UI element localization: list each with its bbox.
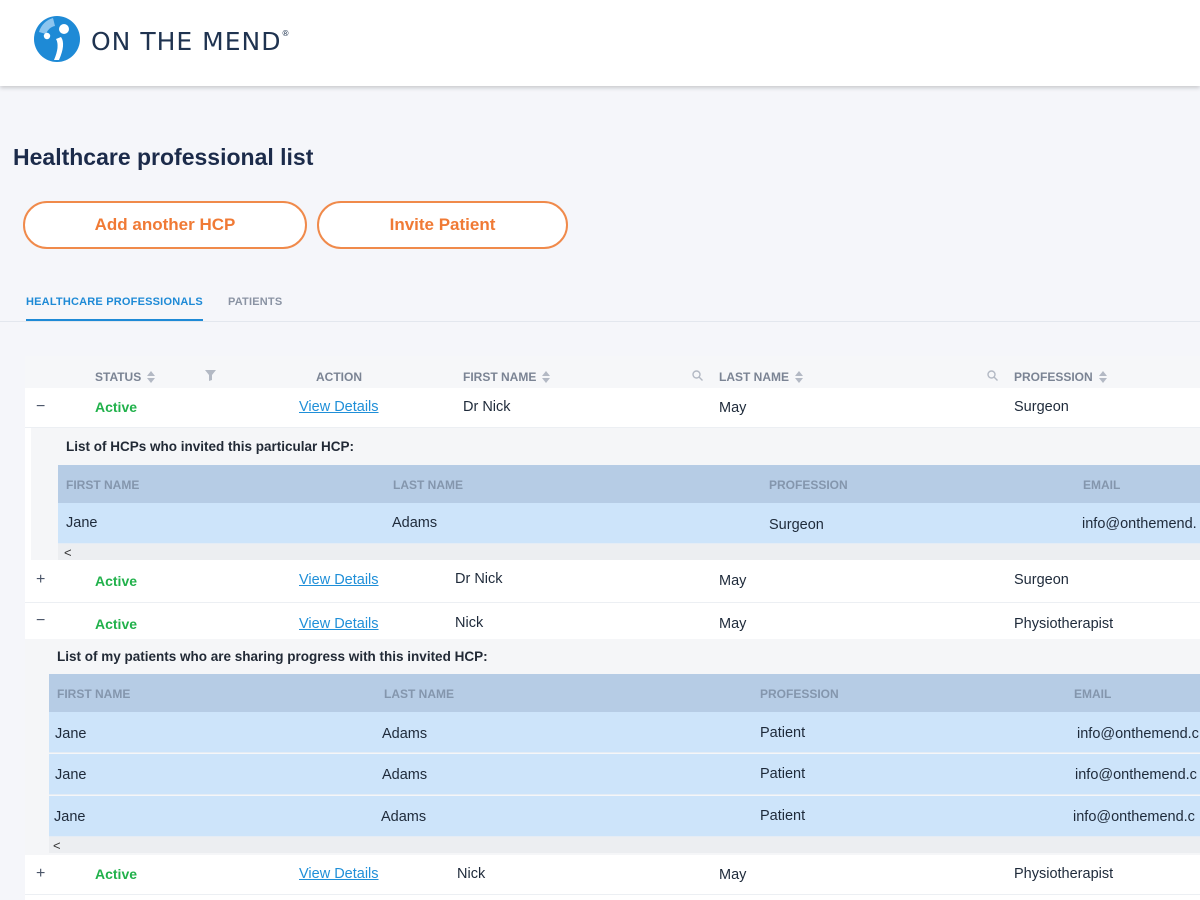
horizontal-scrollbar[interactable]: < — [58, 544, 1200, 560]
sub-last-name-cell: Adams — [382, 767, 428, 783]
search-icon[interactable] — [692, 370, 703, 381]
logo-icon — [34, 16, 80, 62]
profession-cell: Surgeon — [1014, 572, 1069, 588]
last-name-cell: May — [719, 867, 747, 883]
sort-icon[interactable] — [542, 371, 551, 383]
status-badge: Active — [95, 399, 138, 415]
brand-name: ON THE MEND® — [91, 27, 291, 56]
sub-last-name-cell: Adams — [382, 726, 428, 742]
search-icon[interactable] — [987, 370, 998, 381]
first-name-cell: Dr Nick — [463, 399, 511, 415]
view-details-link[interactable]: View Details — [299, 572, 379, 588]
sub-profession-cell: Surgeon — [769, 517, 824, 533]
sub-email-cell: info@onthemend. — [1082, 516, 1197, 532]
collapse-icon[interactable]: − — [36, 613, 48, 629]
hcp-table: STATUS ACTION FIRST NAME LAST NAME PROFE… — [25, 356, 1200, 900]
profession-cell: Physiotherapist — [1014, 866, 1114, 882]
sub-table-row: Jane Adams Patient info@onthemend.c — [49, 712, 1200, 753]
table-row[interactable]: + Active View Details Dr Nick May Surgeo… — [25, 560, 1200, 603]
expand-icon[interactable]: + — [36, 572, 48, 588]
profession-cell: Surgeon — [1014, 399, 1069, 415]
tab-bar: HEALTHCARE PROFESSIONALS PATIENTS — [0, 290, 1200, 322]
column-header-action: ACTION — [316, 370, 362, 384]
sub-profession-cell: Patient — [760, 808, 806, 824]
expand-icon[interactable]: + — [36, 866, 48, 882]
table-row[interactable]: − Active View Details Dr Nick May Surgeo… — [25, 388, 1200, 428]
collapse-icon[interactable]: − — [36, 399, 48, 415]
filter-icon[interactable] — [205, 370, 216, 381]
page-title: Healthcare professional list — [13, 144, 314, 170]
sub-email-cell: info@onthemend.c — [1075, 767, 1197, 783]
first-name-cell: Dr Nick — [455, 571, 503, 587]
table-row[interactable]: + Active View Details Nick May Physiothe… — [25, 855, 1200, 895]
sub-column-profession: PROFESSION — [760, 687, 839, 701]
invited-by-panel: List of HCPs who invited this particular… — [31, 428, 1200, 560]
first-name-cell: Nick — [455, 615, 484, 631]
status-badge: Active — [95, 573, 138, 589]
scroll-left-icon[interactable]: < — [64, 545, 72, 560]
sub-column-last-name: LAST NAME — [384, 687, 454, 701]
profession-cell: Physiotherapist — [1014, 616, 1114, 632]
sub-first-name-cell: Jane — [54, 809, 86, 825]
sub-column-first-name: FIRST NAME — [57, 687, 131, 701]
sub-table-row: Jane Adams Patient info@onthemend.c — [49, 796, 1200, 837]
view-details-link[interactable]: View Details — [299, 866, 379, 882]
sub-table-row: Jane Adams Patient info@onthemend.c — [49, 754, 1200, 795]
sub-column-email: EMAIL — [1074, 687, 1112, 701]
last-name-cell: May — [719, 400, 747, 416]
sub-last-name-cell: Adams — [381, 809, 427, 825]
invite-patient-button[interactable]: Invite Patient — [317, 201, 568, 249]
scroll-left-icon[interactable]: < — [53, 838, 61, 853]
tab-patients[interactable]: PATIENTS — [228, 296, 282, 308]
sub-first-name-cell: Jane — [55, 726, 87, 742]
top-bar: ON THE MEND® — [0, 0, 1200, 86]
view-details-link[interactable]: View Details — [299, 399, 379, 415]
table-row[interactable]: − Active View Details Nick May Physiothe… — [25, 604, 1200, 639]
column-header-first-name[interactable]: FIRST NAME — [463, 370, 551, 384]
column-header-profession[interactable]: PROFESSION — [1014, 370, 1107, 384]
add-hcp-button[interactable]: Add another HCP — [23, 201, 307, 249]
sub-column-first-name: FIRST NAME — [66, 478, 140, 492]
last-name-cell: May — [719, 573, 747, 589]
column-header-last-name[interactable]: LAST NAME — [719, 370, 803, 384]
view-details-link[interactable]: View Details — [299, 616, 379, 632]
sub-column-profession: PROFESSION — [769, 478, 848, 492]
sub-table-caption: List of HCPs who invited this particular… — [66, 439, 355, 454]
sub-column-last-name: LAST NAME — [393, 478, 463, 492]
status-badge: Active — [95, 866, 138, 882]
first-name-cell: Nick — [457, 866, 486, 882]
sub-table-header: FIRST NAME LAST NAME PROFESSION EMAIL — [49, 674, 1200, 712]
status-badge: Active — [95, 616, 138, 632]
sub-first-name-cell: Jane — [55, 767, 87, 783]
sub-last-name-cell: Adams — [392, 515, 438, 531]
horizontal-scrollbar[interactable]: < — [49, 837, 1200, 853]
sub-table-caption: List of my patients who are sharing prog… — [57, 649, 488, 664]
tab-healthcare-professionals[interactable]: HEALTHCARE PROFESSIONALS — [26, 296, 203, 321]
sharing-patients-panel: List of my patients who are sharing prog… — [25, 639, 1200, 855]
last-name-cell: May — [719, 616, 747, 632]
sub-column-email: EMAIL — [1083, 478, 1121, 492]
sub-profession-cell: Patient — [760, 725, 806, 741]
column-header-status[interactable]: STATUS — [95, 370, 156, 384]
sub-email-cell: info@onthemend.c — [1073, 809, 1195, 825]
sort-icon[interactable] — [147, 371, 156, 383]
sub-table-header: FIRST NAME LAST NAME PROFESSION EMAIL — [58, 465, 1200, 503]
sort-icon[interactable] — [795, 371, 803, 383]
sub-email-cell: info@onthemend.c — [1077, 726, 1199, 742]
sub-table-row: Jane Adams Surgeon info@onthemend. — [58, 503, 1200, 544]
sort-icon[interactable] — [1098, 371, 1107, 383]
sub-profession-cell: Patient — [760, 766, 806, 782]
sub-first-name-cell: Jane — [66, 515, 98, 531]
